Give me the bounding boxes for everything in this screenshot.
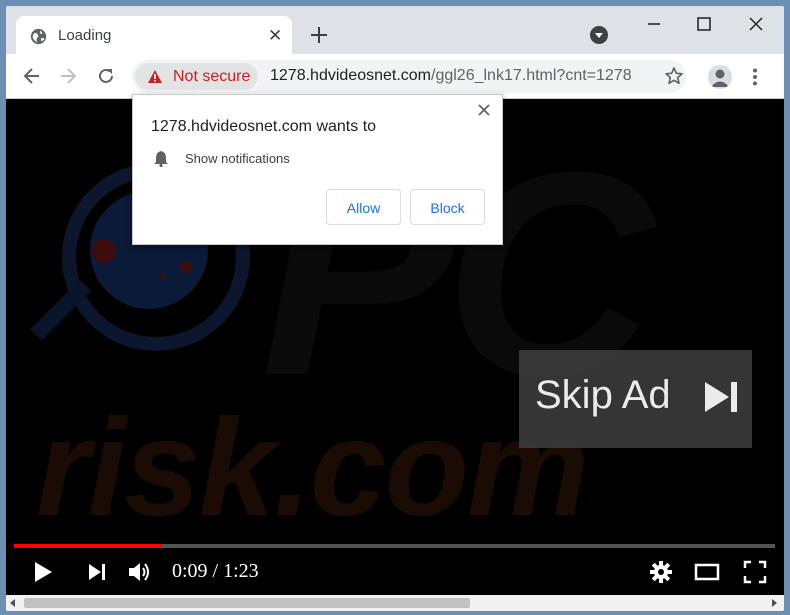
maximize-button[interactable]: [692, 14, 716, 34]
new-tab-button[interactable]: [306, 22, 332, 48]
fullscreen-icon[interactable]: [742, 559, 768, 585]
reload-icon[interactable]: [96, 66, 116, 86]
dialog-origin-text: 1278.hdvideosnet.com wants to: [151, 118, 377, 135]
skip-next-icon: [705, 382, 737, 412]
close-window-button[interactable]: [744, 14, 768, 34]
video-progress-fill: [14, 544, 163, 548]
globe-icon: [30, 28, 47, 45]
scroll-right-icon[interactable]: [772, 599, 777, 607]
permission-label: Show notifications: [185, 151, 290, 166]
url-host: 1278.hdvideosnet.com: [270, 67, 431, 84]
watermark-risk-text: risk.com: [36, 391, 590, 545]
bell-icon: [154, 151, 168, 167]
tab-search-button[interactable]: [590, 26, 608, 44]
security-chip[interactable]: Not secure: [135, 63, 258, 90]
back-arrow-icon[interactable]: [22, 66, 42, 86]
notification-permission-dialog: 1278.hdvideosnet.com wants to Show notif…: [132, 94, 503, 245]
url-path: /ggl26_lnk17.html?cnt=1278: [431, 67, 632, 84]
profile-avatar-icon[interactable]: [708, 65, 732, 89]
url-text[interactable]: 1278.hdvideosnet.com/ggl26_lnk17.html?cn…: [270, 67, 632, 85]
close-icon[interactable]: [477, 103, 491, 117]
minimize-button[interactable]: [642, 14, 666, 34]
watermark-dot: [160, 273, 166, 279]
forward-arrow-icon[interactable]: [58, 66, 78, 86]
video-time: 0:09 / 1:23: [172, 560, 259, 582]
horizontal-scrollbar[interactable]: [6, 595, 784, 611]
watermark-dot: [180, 261, 192, 273]
block-button[interactable]: Block: [410, 189, 485, 225]
tab-active[interactable]: Loading ✕: [16, 16, 292, 56]
address-bar[interactable]: Not secure 1278.hdvideosnet.com/ggl26_ln…: [132, 60, 686, 93]
video-progress-bar[interactable]: [14, 544, 775, 548]
browser-toolbar: Not secure 1278.hdvideosnet.com/ggl26_ln…: [6, 54, 784, 99]
scrollbar-thumb[interactable]: [24, 598, 470, 608]
next-video-icon[interactable]: [84, 559, 110, 585]
tab-title: Loading: [58, 27, 112, 44]
watermark-dot: [92, 239, 116, 263]
play-icon[interactable]: [30, 559, 56, 585]
menu-dots-icon[interactable]: [752, 68, 758, 86]
scroll-left-icon[interactable]: [10, 599, 15, 607]
volume-icon[interactable]: [126, 559, 152, 585]
skip-ad-button[interactable]: Skip Ad: [519, 350, 752, 448]
settings-gear-icon[interactable]: [648, 559, 674, 585]
bookmark-star-icon[interactable]: [664, 66, 684, 86]
tab-strip: Loading ✕: [6, 6, 784, 56]
skip-ad-label: Skip Ad: [535, 373, 671, 417]
allow-button[interactable]: Allow: [326, 189, 401, 225]
theater-mode-icon[interactable]: [694, 559, 720, 585]
tab-close-button[interactable]: ✕: [268, 26, 282, 46]
not-secure-label: Not secure: [173, 68, 251, 85]
warning-icon: [148, 70, 162, 83]
